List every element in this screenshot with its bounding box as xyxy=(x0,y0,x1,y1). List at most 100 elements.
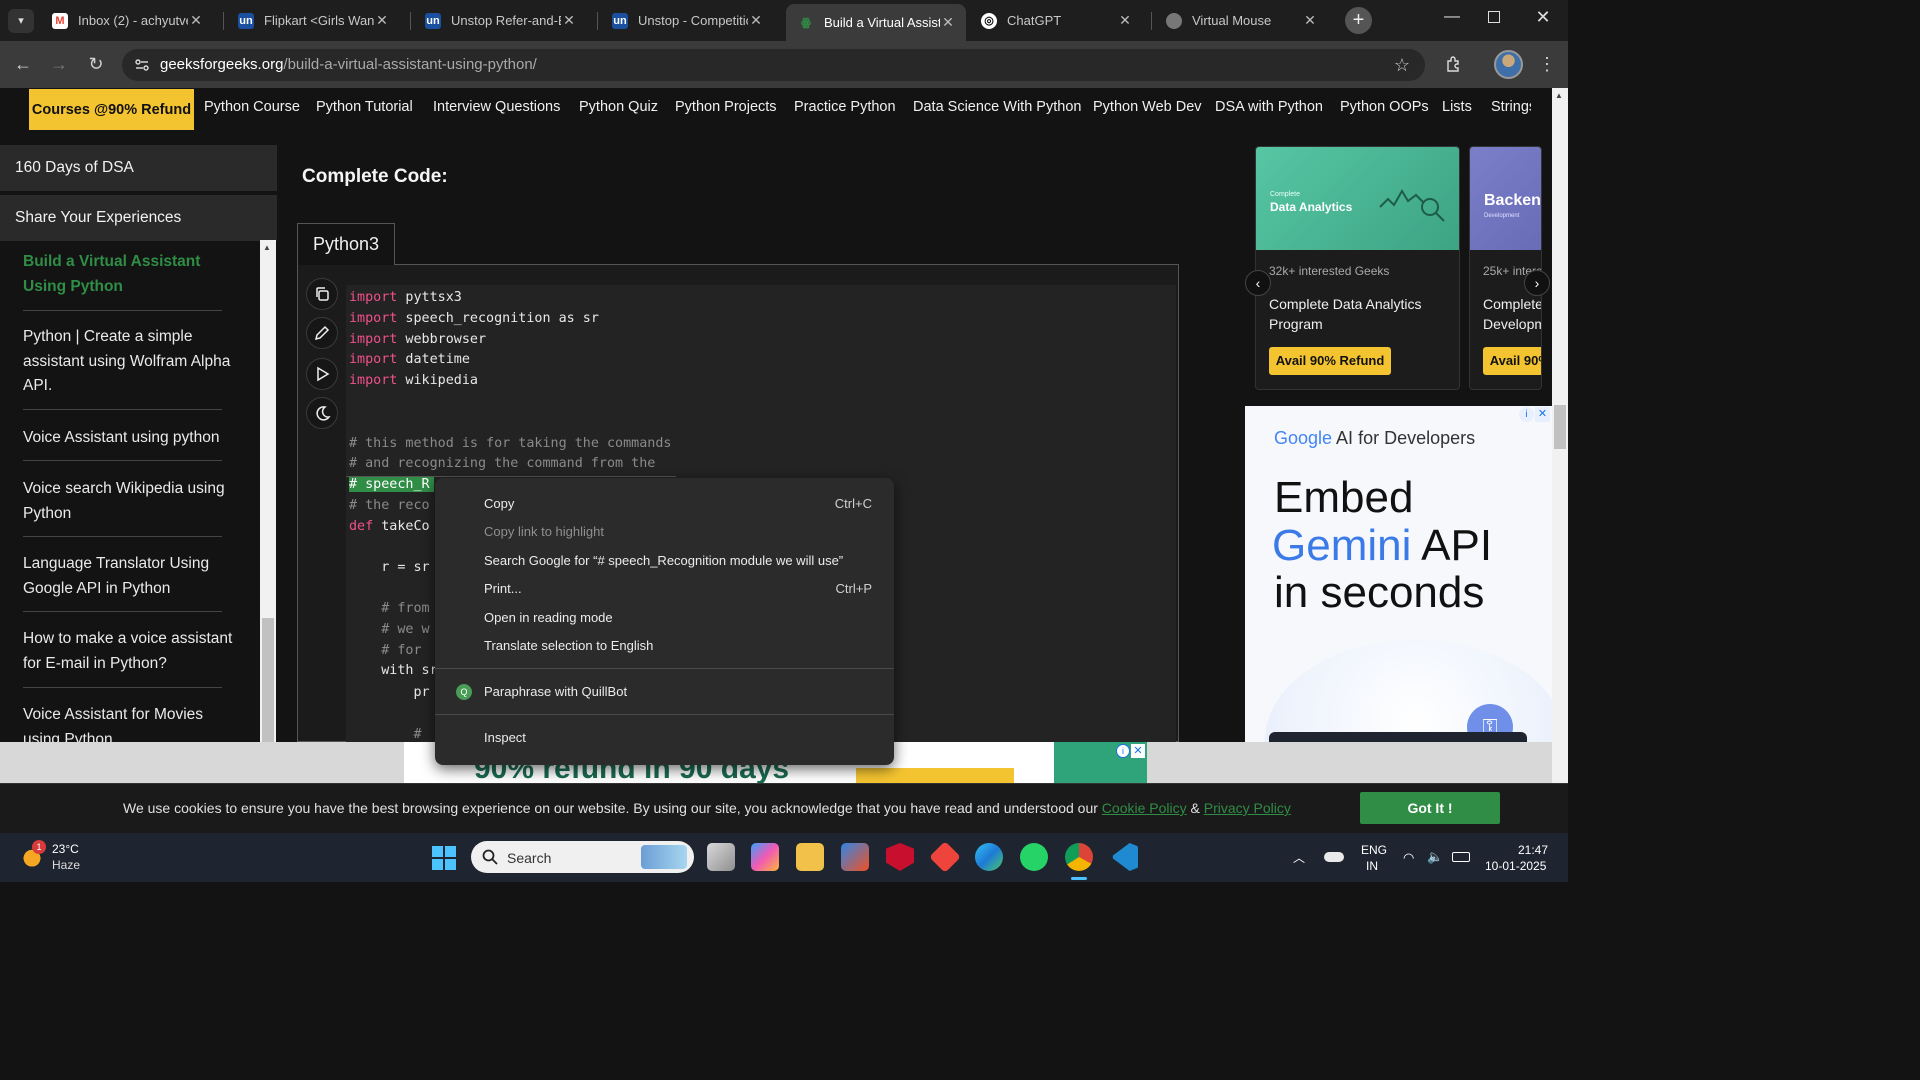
context-menu-item[interactable]: Search Google for “# speech_Recognition … xyxy=(484,553,843,568)
onedrive-icon[interactable] xyxy=(1324,852,1344,862)
sidebar-header-experiences[interactable]: Share Your Experiences xyxy=(0,195,277,241)
wifi-icon[interactable]: ◠ xyxy=(1403,850,1414,866)
sidebar-scroll-up-icon[interactable]: ▲ xyxy=(263,243,271,252)
tab-3[interactable]: un Unstop Refer-and-Ea✕ xyxy=(413,4,587,37)
start-icon[interactable] xyxy=(432,846,456,870)
sidebar-item[interactable]: Build a Virtual Assistant Using Python xyxy=(23,250,233,299)
chrome-icon[interactable] xyxy=(1065,843,1093,871)
card-cta-button[interactable]: Avail 90% Refund xyxy=(1483,347,1541,375)
cookie-accept-button[interactable]: Got It ! xyxy=(1360,792,1500,824)
sidebar-item[interactable]: Language Translator Using Google API in … xyxy=(23,552,233,601)
back-icon[interactable]: ← xyxy=(11,52,35,76)
tab-7[interactable]: Virtual Mouse ✕ xyxy=(1154,4,1328,37)
nav-item[interactable]: Interview Questions xyxy=(433,99,560,115)
language-tab[interactable]: Python3 xyxy=(297,223,395,265)
carousel-next-icon[interactable]: › xyxy=(1524,270,1550,296)
nav-item[interactable]: Strings xyxy=(1491,99,1531,115)
edge-icon[interactable] xyxy=(975,843,1003,871)
copy-code-icon[interactable] xyxy=(306,278,338,310)
close-tab-icon[interactable]: ✕ xyxy=(1117,12,1133,29)
nav-item[interactable]: Python Course xyxy=(204,99,300,115)
bottom-ad-info-icon[interactable]: i xyxy=(1116,744,1130,758)
nav-item[interactable]: Data Science With Python xyxy=(913,99,1081,115)
clock-date[interactable]: 10-01-2025 xyxy=(1485,859,1546,873)
tab-1[interactable]: M Inbox (2) - achyutvee ✕ xyxy=(40,4,214,37)
carousel-prev-icon[interactable]: ‹ xyxy=(1245,270,1271,296)
close-tab-icon[interactable]: ✕ xyxy=(1302,12,1318,29)
volume-icon[interactable]: 🔈 xyxy=(1427,849,1443,865)
tab-2[interactable]: un Flipkart <Girls Wanna✕ xyxy=(226,4,400,37)
ad-close-icon[interactable]: ✕ xyxy=(1535,407,1550,422)
context-menu-item[interactable]: Translate selection to English xyxy=(484,638,653,653)
new-tab-button[interactable]: + xyxy=(1345,7,1372,34)
cookie-policy-link[interactable]: Cookie Policy xyxy=(1102,800,1187,816)
context-menu-item[interactable]: Paraphrase with QuillBot xyxy=(484,684,627,699)
context-menu-item[interactable]: Inspect xyxy=(484,730,526,745)
battery-icon[interactable] xyxy=(1452,852,1470,862)
tab-search-button[interactable]: ▾ xyxy=(8,9,34,33)
bottom-ad-close-icon[interactable]: ✕ xyxy=(1131,744,1145,758)
nav-item[interactable]: Python Projects xyxy=(675,99,777,115)
card-cta-button[interactable]: Avail 90% Refund xyxy=(1269,347,1391,375)
sidebar-item[interactable]: Voice search Wikipedia using Python xyxy=(23,477,233,526)
page-scroll-up-icon[interactable]: ▲ xyxy=(1555,91,1563,100)
privacy-policy-link[interactable]: Privacy Policy xyxy=(1204,800,1291,816)
whatsapp-icon[interactable] xyxy=(1020,843,1048,871)
page-scrollbar[interactable] xyxy=(1552,88,1568,833)
nav-item[interactable]: Python OOPs xyxy=(1340,99,1429,115)
profile-avatar[interactable] xyxy=(1494,50,1523,79)
context-menu-item[interactable]: Copy xyxy=(484,496,514,511)
file-explorer-icon[interactable] xyxy=(796,843,824,871)
task-view-icon[interactable] xyxy=(707,843,735,871)
dark-mode-icon[interactable] xyxy=(306,397,338,429)
ad-info-icon[interactable]: i xyxy=(1519,407,1534,422)
nav-item[interactable]: DSA with Python xyxy=(1215,99,1323,115)
nav-item[interactable]: Lists xyxy=(1442,99,1472,115)
sidebar-item[interactable]: How to make a voice assistant for E-mail… xyxy=(23,627,233,676)
courses-refund-button[interactable]: Courses @90% Refund xyxy=(29,89,194,130)
course-card-data-analytics[interactable]: Complete Data Analytics 32k+ interested … xyxy=(1255,146,1460,390)
course-card-backend[interactable]: Backend Development 25k+ interested Geek… xyxy=(1469,146,1542,390)
close-window-button[interactable]: ✕ xyxy=(1533,7,1553,28)
tab-5[interactable]: ꙮ Build a Virtual Assista ✕ xyxy=(786,4,966,41)
nav-item[interactable]: Python Quiz xyxy=(579,99,658,115)
tray-chevron-icon[interactable]: ︿ xyxy=(1293,849,1305,866)
sidebar-header-dsa[interactable]: 160 Days of DSA xyxy=(0,145,277,191)
close-tab-icon[interactable]: ✕ xyxy=(748,12,764,29)
sidebar-scroll-thumb[interactable] xyxy=(262,618,274,742)
sidebar-item[interactable]: Python | Create a simple assistant using… xyxy=(23,325,233,399)
restore-button[interactable] xyxy=(1488,11,1500,23)
site-info-icon[interactable] xyxy=(134,57,150,73)
weather-desc[interactable]: Haze xyxy=(52,858,80,872)
google-ai-ad[interactable]: Google AI for Developers Embed Gemini AP… xyxy=(1245,406,1552,742)
copilot-icon[interactable] xyxy=(751,843,779,871)
close-tab-icon[interactable]: ✕ xyxy=(940,14,956,31)
tab-6[interactable]: ◎ ChatGPT ✕ xyxy=(969,4,1143,37)
clock-time[interactable]: 21:47 xyxy=(1518,843,1548,857)
context-menu-item[interactable]: Open in reading mode xyxy=(484,610,613,625)
sidebar-item[interactable]: Voice Assistant for Movies using Python xyxy=(23,703,233,742)
menu-icon[interactable]: ⋮ xyxy=(1535,52,1559,76)
store-icon[interactable] xyxy=(841,843,869,871)
nav-item[interactable]: Practice Python xyxy=(794,99,896,115)
run-code-icon[interactable] xyxy=(306,358,338,390)
forward-icon[interactable]: → xyxy=(47,52,71,76)
url-text[interactable]: geeksforgeeks.org/build-a-virtual-assist… xyxy=(160,56,537,73)
lang-indicator[interactable]: ENG xyxy=(1361,843,1387,857)
weather-temp[interactable]: 23°C xyxy=(52,842,79,856)
close-tab-icon[interactable]: ✕ xyxy=(188,12,204,29)
edit-code-icon[interactable] xyxy=(306,317,338,349)
close-tab-icon[interactable]: ✕ xyxy=(561,12,577,29)
extensions-icon[interactable] xyxy=(1445,55,1463,73)
minimize-button[interactable]: — xyxy=(1442,8,1462,26)
nav-item[interactable]: Python Tutorial xyxy=(316,99,413,115)
reload-icon[interactable]: ↻ xyxy=(84,52,108,76)
region-indicator[interactable]: IN xyxy=(1366,859,1378,873)
bookmark-star-icon[interactable]: ☆ xyxy=(1390,53,1414,77)
sidebar-item[interactable]: Voice Assistant using python xyxy=(23,426,233,451)
close-tab-icon[interactable]: ✕ xyxy=(374,12,390,29)
context-menu-item[interactable]: Print... xyxy=(484,581,522,596)
page-scroll-thumb[interactable] xyxy=(1554,405,1566,449)
nav-item[interactable]: Python Web Dev xyxy=(1093,99,1202,115)
tab-4[interactable]: un Unstop - Competitio ✕ xyxy=(600,4,774,37)
